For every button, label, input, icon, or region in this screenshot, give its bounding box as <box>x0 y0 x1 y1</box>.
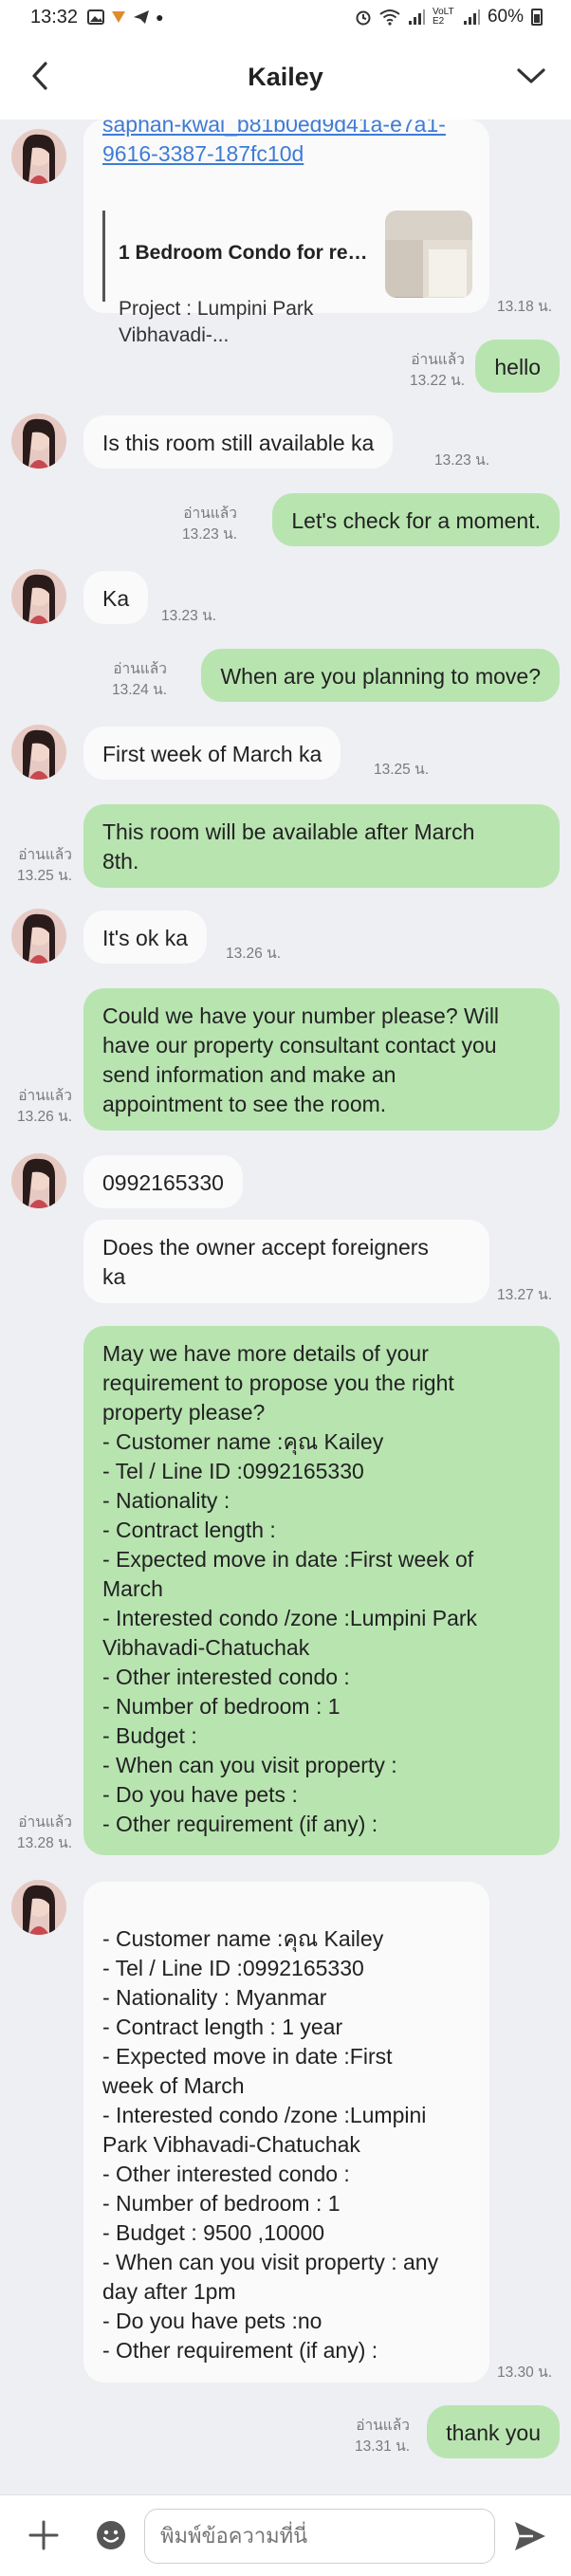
read-receipt: อ่านแล้ว <box>18 1814 72 1831</box>
signal-icon-2 <box>463 9 480 25</box>
message-bubble-outgoing[interactable]: When are you planning to move? <box>201 649 560 702</box>
preview-description: Project : Lumpini Park Vibhavadi-... <box>119 298 314 346</box>
battery-level: 60% <box>487 7 524 27</box>
preview-thumbnail <box>385 211 472 298</box>
message-time: 13.24 น. <box>112 682 167 698</box>
battery-icon <box>531 9 543 26</box>
message-bubble-incoming[interactable]: Ka <box>83 571 149 624</box>
message-time: 13.18 น. <box>497 299 552 315</box>
message-link[interactable]: saphan-kwai_b81b0ed9d41a-e7a1-9616-3387-… <box>102 120 482 169</box>
message-bubble-incoming[interactable]: Does the owner accept foreigners ka <box>83 1220 489 1303</box>
message-bubble-incoming[interactable]: 0992165330 <box>83 1155 243 1208</box>
message-bubble-outgoing[interactable]: May we have more details of your require… <box>83 1326 560 1855</box>
message-time: 13.30 น. <box>497 2364 552 2381</box>
link-preview-card[interactable]: 1 Bedroom Condo for ren... Project : Lum… <box>102 211 482 346</box>
avatar[interactable] <box>11 1153 66 1208</box>
message-input[interactable] <box>144 2509 495 2564</box>
message-time: 13.23 น. <box>182 526 237 543</box>
signal-icon <box>408 9 425 25</box>
avatar[interactable] <box>11 569 66 624</box>
chevron-down-icon <box>517 68 545 83</box>
chat-header: Kailey <box>0 34 571 120</box>
avatar[interactable] <box>11 1880 66 1935</box>
read-receipt: อ่านแล้ว <box>18 847 72 863</box>
message-time: 13.25 น. <box>374 762 429 778</box>
alarm-icon <box>356 10 371 26</box>
message-bubble-outgoing[interactable]: hello <box>475 340 560 393</box>
message-bubble-incoming[interactable]: It's ok ka <box>83 911 208 964</box>
back-button[interactable] <box>23 59 57 93</box>
emoji-button[interactable] <box>95 2519 127 2551</box>
message-time: 13.25 น. <box>17 868 72 884</box>
menu-button[interactable] <box>514 59 548 93</box>
send-button[interactable] <box>512 2518 548 2554</box>
message-list[interactable]: saphan-kwai_b81b0ed9d41a-e7a1-9616-3387-… <box>0 120 571 2494</box>
message-time: 13.31 น. <box>355 2438 410 2455</box>
avatar[interactable] <box>11 414 66 469</box>
read-receipt: อ่านแล้ว <box>18 1088 72 1104</box>
message-time: 13.23 น. <box>161 608 216 624</box>
status-bar: 13:32 ● VoLTE2 60% <box>0 0 571 34</box>
contact-name: Kailey <box>248 62 323 91</box>
link-preview-message[interactable]: saphan-kwai_b81b0ed9d41a-e7a1-9616-3387-… <box>83 120 489 346</box>
network-type: VoLTE2 <box>432 7 454 27</box>
emoji-icon <box>97 2521 125 2549</box>
wifi-icon <box>379 9 400 26</box>
read-receipt: อ่านแล้ว <box>411 352 465 368</box>
message-time: 13.26 น. <box>17 1109 72 1125</box>
message-bubble-incoming[interactable]: First week of March ka <box>83 727 341 780</box>
message-composer <box>0 2494 571 2576</box>
message-time: 13.27 น. <box>497 1287 552 1303</box>
app-notification-icon <box>112 11 126 23</box>
message-time: 13.26 น. <box>226 946 281 962</box>
attach-button[interactable] <box>27 2518 61 2552</box>
avatar[interactable] <box>11 725 66 780</box>
message-time: 13.23 น. <box>434 452 489 469</box>
avatar[interactable] <box>11 909 66 964</box>
message-bubble-outgoing[interactable]: Let's check for a moment. <box>272 493 560 546</box>
preview-title: 1 Bedroom Condo for ren... <box>119 242 375 264</box>
message-bubble-outgoing[interactable]: This room will be available after March … <box>83 804 560 888</box>
chevron-left-icon <box>32 62 47 90</box>
message-bubble-outgoing[interactable]: Could we have your number please? Will h… <box>83 988 560 1131</box>
gallery-icon <box>87 9 105 25</box>
read-receipt: อ่านแล้ว <box>113 661 167 677</box>
plus-icon <box>28 2520 59 2550</box>
send-icon <box>515 2522 545 2550</box>
message-time: 13.28 น. <box>17 1835 72 1851</box>
read-receipt: อ่านแล้ว <box>356 2418 410 2434</box>
telegram-icon <box>134 10 150 24</box>
avatar[interactable] <box>11 129 66 184</box>
message-bubble-outgoing[interactable]: thank you <box>427 2405 560 2458</box>
message-bubble-incoming[interactable]: - Customer name :คุณ Kailey - Tel / Line… <box>83 1882 489 2383</box>
dot-icon: ● <box>156 9 164 25</box>
message-bubble-incoming[interactable]: Is this room still available ka <box>83 415 394 469</box>
read-receipt: อ่านแล้ว <box>183 506 237 522</box>
message-time: 13.22 น. <box>410 373 465 389</box>
notification-icons: ● <box>87 9 164 25</box>
status-time: 13:32 <box>30 6 79 28</box>
